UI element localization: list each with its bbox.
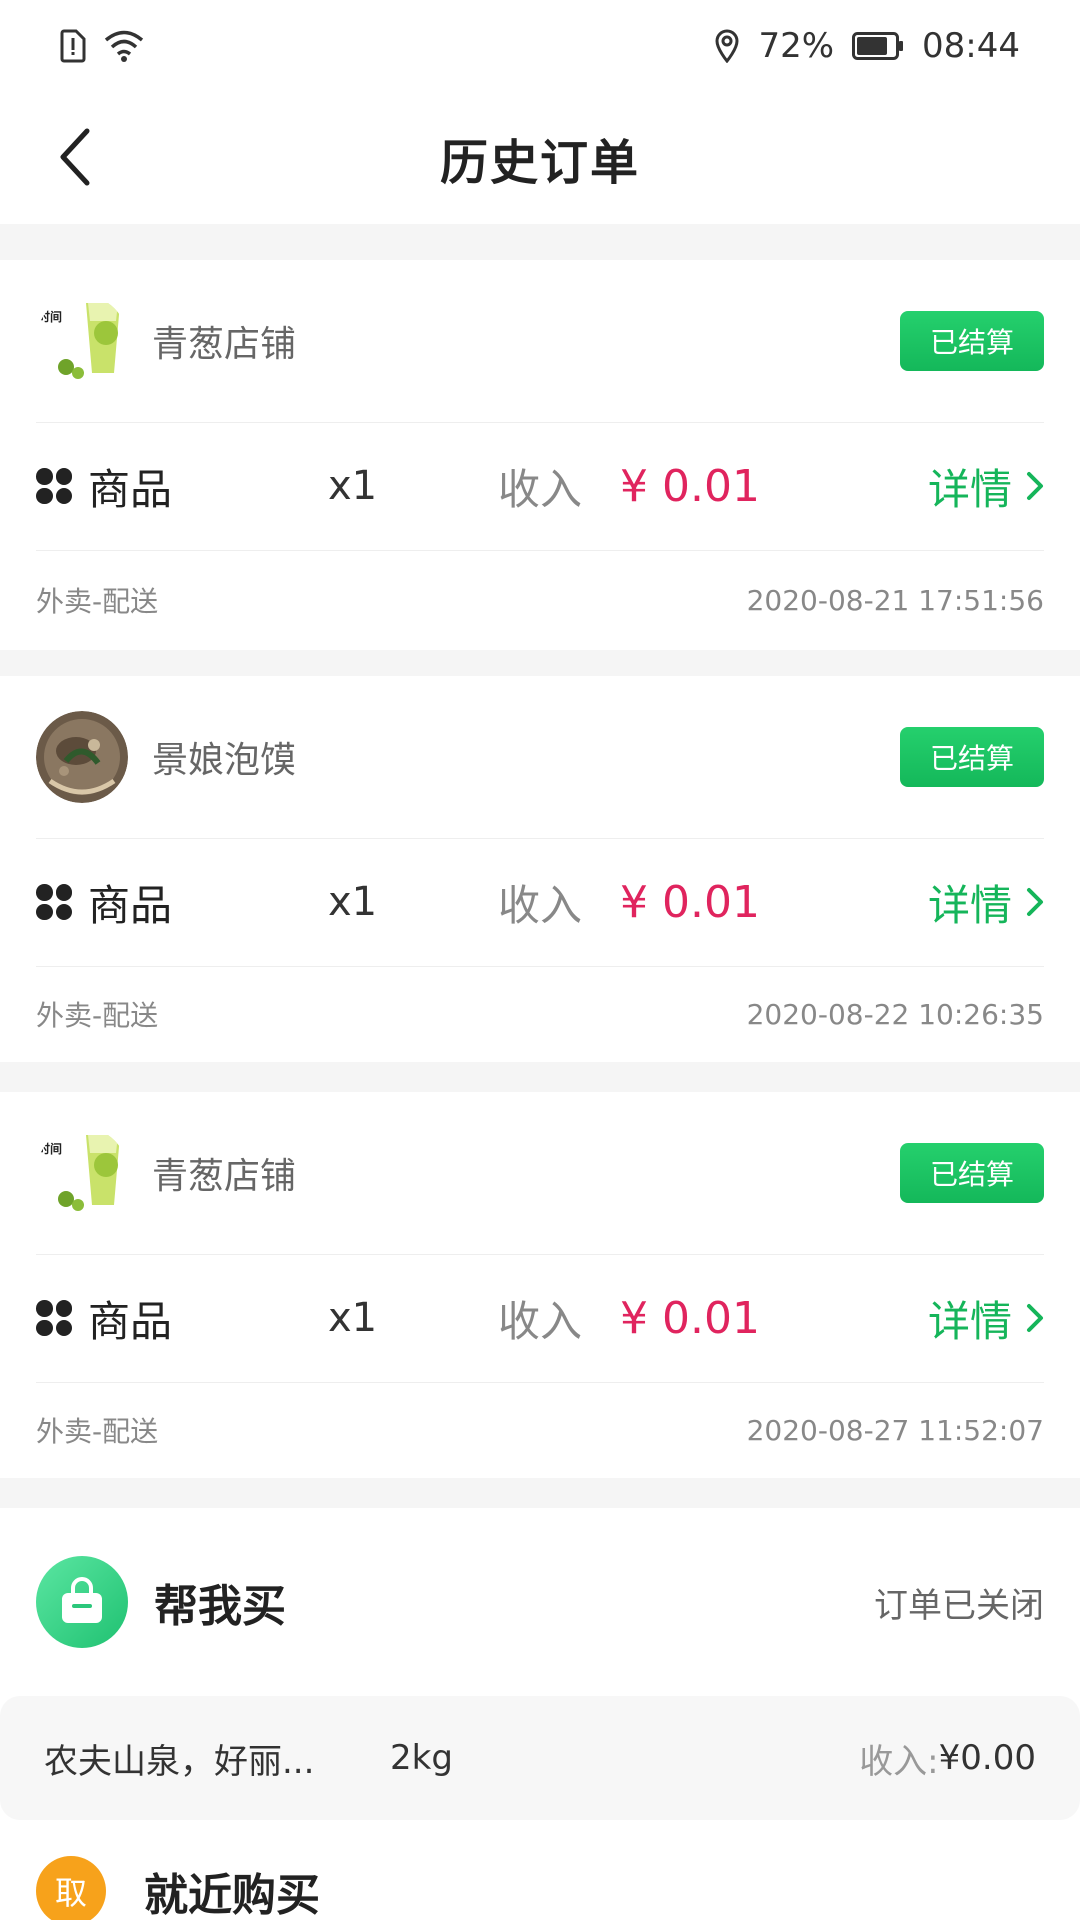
battery-icon xyxy=(852,32,904,60)
back-button[interactable] xyxy=(40,122,110,192)
status-badge: 已结算 xyxy=(900,1143,1044,1203)
nearby-purchase: 取 就近购买 xyxy=(36,1856,320,1920)
order-card[interactable]: 景娘泡馍 已结算 商品 x1 收入 ¥ 0.01 详情 外卖-配送 2020-0… xyxy=(0,676,1080,1062)
svg-text:时间: 时间 xyxy=(38,1141,62,1156)
order-footer: 外卖-配送 2020-08-21 17:51:56 xyxy=(36,550,1044,650)
detail-link[interactable]: 详情 xyxy=(928,872,1044,933)
order-timestamp: 2020-08-22 10:26:35 xyxy=(746,997,1044,1031)
shopping-bag-icon xyxy=(36,1556,128,1648)
app-header: 历史订单 xyxy=(0,92,1080,224)
errand-title: 帮我买 xyxy=(154,1581,286,1632)
order-card-header: 景娘泡馍 已结算 xyxy=(36,676,1044,838)
chevron-right-icon xyxy=(1027,472,1043,500)
juice-cup-logo-icon: 时间 xyxy=(36,1127,128,1219)
order-goods-row: 商品 x1 收入 ¥ 0.01 详情 xyxy=(36,1254,1044,1382)
detail-label: 详情 xyxy=(927,880,1012,930)
order-goods-row: 商品 x1 收入 ¥ 0.01 详情 xyxy=(36,422,1044,550)
shop-logo xyxy=(36,711,128,803)
goods-quantity: x1 xyxy=(328,1295,378,1341)
goods-grid-icon xyxy=(36,1300,72,1336)
detail-label: 详情 xyxy=(927,464,1012,514)
income-label: 收入: xyxy=(859,1741,939,1782)
status-bar: 72% 08:44 xyxy=(0,0,1080,92)
page-title: 历史订单 xyxy=(439,135,640,191)
order-card-header: 时间 青葱店铺 已结算 xyxy=(36,1092,1044,1254)
income-label: 收入 xyxy=(498,880,583,930)
shop-logo: 时间 xyxy=(36,295,128,387)
order-type: 外卖-配送 xyxy=(36,585,159,618)
goods-name: 农夫山泉，好丽... xyxy=(44,1741,315,1782)
battery-percentage: 72% xyxy=(758,26,835,66)
errand-status: 订单已关闭 xyxy=(874,1585,1044,1626)
order-card[interactable]: 时间 青葱店铺 已结算 商品 x1 收入 ¥ 0.01 详情 外卖-配送 202… xyxy=(0,260,1080,650)
income-label: 收入 xyxy=(498,464,583,514)
errand-order-card[interactable]: 帮我买 订单已关闭 农夫山泉，好丽... 2kg 收入: ¥0.00 取 就近购… xyxy=(0,1508,1080,1920)
order-timestamp: 2020-08-27 11:52:07 xyxy=(746,1413,1044,1447)
detail-label: 详情 xyxy=(927,1296,1012,1346)
svg-text:时间: 时间 xyxy=(38,309,62,324)
order-footer: 外卖-配送 2020-08-27 11:52:07 xyxy=(36,1382,1044,1478)
errand-goods-row: 农夫山泉，好丽... 2kg 收入: ¥0.00 xyxy=(0,1696,1080,1820)
order-card[interactable]: 时间 青葱店铺 已结算 商品 x1 收入 ¥ 0.01 详情 外卖-配送 202… xyxy=(0,1092,1080,1478)
status-badge: 已结算 xyxy=(900,727,1044,787)
order-card-header: 时间 青葱店铺 已结算 xyxy=(36,260,1044,422)
shop-name: 青葱店铺 xyxy=(152,324,297,365)
errand-header: 帮我买 订单已关闭 xyxy=(36,1556,1044,1648)
shop-name: 景娘泡馍 xyxy=(152,740,297,781)
goods-grid-icon xyxy=(36,884,72,920)
shop-logo: 时间 xyxy=(36,1127,128,1219)
goods-label: 商品 xyxy=(88,464,173,514)
goods-quantity: x1 xyxy=(328,463,378,509)
goods-label: 商品 xyxy=(88,1296,173,1346)
order-type: 外卖-配送 xyxy=(36,999,159,1032)
location-icon xyxy=(715,29,739,63)
goods-weight: 2kg xyxy=(390,1738,453,1778)
income-value: ¥ 0.01 xyxy=(620,460,760,512)
bag-glyph-icon xyxy=(62,1577,102,1623)
goods-grid-icon xyxy=(36,468,72,504)
wifi-icon xyxy=(104,30,144,62)
sim-alert-icon xyxy=(60,29,86,63)
chevron-right-icon xyxy=(1027,1304,1043,1332)
detail-link[interactable]: 详情 xyxy=(928,1288,1044,1349)
shop-name: 青葱店铺 xyxy=(152,1156,297,1197)
goods-quantity: x1 xyxy=(328,879,378,925)
order-footer: 外卖-配送 2020-08-22 10:26:35 xyxy=(36,966,1044,1062)
order-timestamp: 2020-08-21 17:51:56 xyxy=(746,583,1044,617)
juice-cup-logo-icon: 时间 xyxy=(36,295,128,387)
detail-link[interactable]: 详情 xyxy=(928,456,1044,517)
income-value: ¥0.00 xyxy=(938,1738,1036,1778)
income-value: ¥ 0.01 xyxy=(620,876,760,928)
pickup-badge: 取 xyxy=(36,1856,106,1920)
status-badge: 已结算 xyxy=(900,311,1044,371)
history-orders-screen: 72% 08:44 历史订单 时间 青葱店铺 已结算 商品 x1 收入 ¥ 0.… xyxy=(0,0,1080,1920)
clock: 08:44 xyxy=(922,26,1020,66)
chevron-right-icon xyxy=(1027,888,1043,916)
back-arrow-icon xyxy=(60,128,90,186)
order-type: 外卖-配送 xyxy=(36,1415,159,1448)
goods-label: 商品 xyxy=(88,880,173,930)
status-bar-right: 72% 08:44 xyxy=(714,26,1020,66)
food-bowl-photo-icon xyxy=(36,711,128,803)
nearby-purchase-label: 就近购买 xyxy=(144,1870,320,1920)
income-value: ¥ 0.01 xyxy=(620,1292,760,1344)
income-label: 收入 xyxy=(498,1296,583,1346)
order-goods-row: 商品 x1 收入 ¥ 0.01 详情 xyxy=(36,838,1044,966)
status-bar-left xyxy=(60,29,144,63)
